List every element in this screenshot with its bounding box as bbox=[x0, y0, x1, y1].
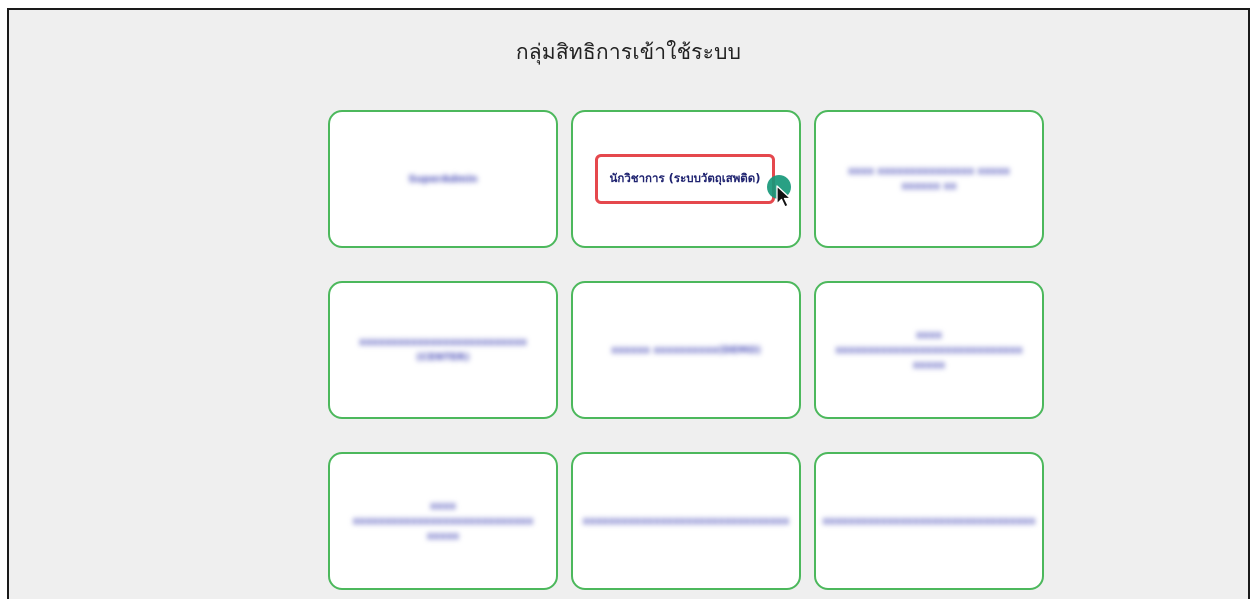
role-card-1[interactable]: SuperAdmin bbox=[328, 110, 558, 248]
role-label: xxxx xxxxxxxxxxxxxxxxxxxxxxxxxxxx xxxxx bbox=[352, 500, 534, 542]
role-label: xxxxxx xxxxxxxxxx(DEMO) bbox=[611, 344, 761, 356]
role-card-6[interactable]: xxxx xxxxxxxxxxxxxxxxxxxxxxxxxxxxx xxxxx bbox=[814, 281, 1044, 419]
role-label: xxxx xxxxxxxxxxxxxxxxxxxxxxxxxxxxx xxxxx bbox=[835, 329, 1023, 371]
page-title: กลุ่มสิทธิการเข้าใช้ระบบ bbox=[515, 40, 742, 64]
role-card-5[interactable]: xxxxxx xxxxxxxxxx(DEMO) bbox=[571, 281, 801, 419]
role-label: xxxxxxxxxxxxxxxxxxxxxxxxxxxxxxxx bbox=[582, 515, 790, 527]
highlight-annotation: นักวิชาการ (ระบบวัตถุเสพติด) bbox=[595, 154, 775, 204]
role-card-3[interactable]: xxxx xxxxxxxxxxxxxxx xxxxx xxxxxx xx bbox=[814, 110, 1044, 248]
role-grid: SuperAdmin นักวิชาการ (ระบบวัตถุเสพติด) … bbox=[328, 110, 1044, 590]
role-label: xxxx xxxxxxxxxxxxxxx xxxxx xxxxxx xx bbox=[848, 166, 1010, 192]
role-card-8[interactable]: xxxxxxxxxxxxxxxxxxxxxxxxxxxxxxxx bbox=[571, 452, 801, 590]
role-card-4[interactable]: xxxxxxxxxxxxxxxxxxxxxxxxxx (CENTER) bbox=[328, 281, 558, 419]
role-label: นักวิชาการ (ระบบวัตถุเสพติด) bbox=[609, 171, 761, 186]
role-card-9[interactable]: xxxxxxxxxxxxxxxxxxxxxxxxxxxxxxxxx bbox=[814, 452, 1044, 590]
role-label: SuperAdmin bbox=[408, 173, 478, 185]
app-window: กลุ่มสิทธิการเข้าใช้ระบบ SuperAdmin นักว… bbox=[7, 8, 1250, 599]
role-label: xxxxxxxxxxxxxxxxxxxxxxxxxxxxxxxxx bbox=[822, 515, 1036, 527]
role-label: xxxxxxxxxxxxxxxxxxxxxxxxxx (CENTER) bbox=[359, 337, 527, 363]
mouse-pointer-icon bbox=[776, 185, 792, 208]
role-card-7[interactable]: xxxx xxxxxxxxxxxxxxxxxxxxxxxxxxxx xxxxx bbox=[328, 452, 558, 590]
role-card-2[interactable]: นักวิชาการ (ระบบวัตถุเสพติด) bbox=[571, 110, 801, 248]
